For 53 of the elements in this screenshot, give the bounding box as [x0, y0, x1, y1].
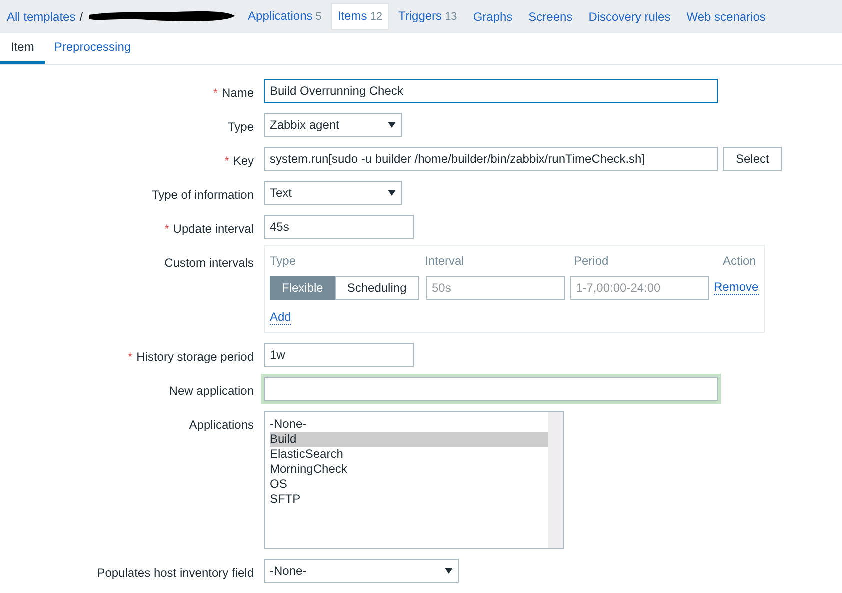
dropdown-arrow-icon [388, 122, 396, 128]
field-label: New application [169, 383, 254, 400]
field-label: Populates host inventory field [97, 565, 254, 582]
breadcrumb-separator: / [80, 8, 84, 26]
list-box[interactable]: -None- Build ElasticSearch MorningCheck OS SFTP [264, 411, 564, 549]
nav-tab[interactable]: Discovery rules [582, 4, 678, 30]
breadcrumb-link[interactable]: All templates [7, 8, 76, 26]
interval-field[interactable]: 50s [426, 276, 565, 300]
dropdown-arrow-icon [445, 568, 453, 574]
required-mark: * [224, 153, 230, 170]
input-field[interactable] [261, 374, 721, 404]
text-field[interactable]: system.run[sudo -u builder /home/builder/bin/zabbix/runTimeCheck.sh] [264, 147, 718, 171]
text-field[interactable]: 45s [264, 215, 414, 239]
column-header: Interval [425, 253, 466, 270]
field-label: Applications [189, 417, 254, 434]
nav-tab[interactable]: Graphs [466, 4, 520, 30]
period-field[interactable]: 1-7,00:00-24:00 [570, 276, 709, 300]
required-mark: * [128, 349, 133, 366]
nav-tab[interactable]: Triggers 13 [391, 3, 464, 30]
field-label: Key [233, 153, 254, 170]
column-header: Type [270, 253, 298, 270]
remove-link[interactable]: Remove [714, 281, 759, 295]
column-header: Action [723, 253, 756, 270]
nav-tab[interactable]: Applications 5 [241, 3, 329, 30]
field-label: Update interval [173, 221, 254, 238]
dropdown[interactable]: Zabbix agent [264, 113, 402, 137]
field-label: Custom intervals [164, 255, 254, 272]
list-option[interactable]: ElasticSearch [270, 447, 548, 462]
required-mark: * [164, 221, 170, 238]
dropdown-arrow-icon [388, 190, 396, 196]
field-label: History storage period [136, 349, 254, 366]
list-option[interactable]: OS [270, 477, 548, 492]
select-button[interactable]: Select [723, 147, 782, 171]
dropdown[interactable]: -None- [264, 559, 459, 583]
list-option[interactable]: -None- [270, 417, 548, 432]
list-option[interactable]: SFTP [270, 492, 548, 507]
column-header: Period [574, 253, 610, 270]
dropdown[interactable]: Text [264, 181, 402, 205]
required-mark: * [213, 85, 218, 102]
field-label: Name [222, 85, 254, 102]
nav-tab[interactable]: Web scenarios [680, 4, 773, 30]
nav-tab[interactable]: Screens [522, 4, 580, 30]
field-label: Type [228, 119, 254, 136]
form-tab[interactable]: Preprocessing [45, 33, 140, 64]
field-label: Type of information [152, 187, 254, 204]
text-field[interactable]: Build Overrunning Check [264, 79, 718, 103]
nav-tab[interactable]: Items 12 [330, 3, 390, 30]
list-option[interactable]: MorningCheck [270, 462, 548, 477]
list-option[interactable]: Build [270, 432, 548, 447]
form-tab[interactable]: Item [0, 33, 46, 64]
add-link[interactable]: Add [270, 311, 292, 325]
segment-button[interactable]: Scheduling [335, 276, 419, 300]
text-field[interactable]: 1w [264, 343, 414, 367]
